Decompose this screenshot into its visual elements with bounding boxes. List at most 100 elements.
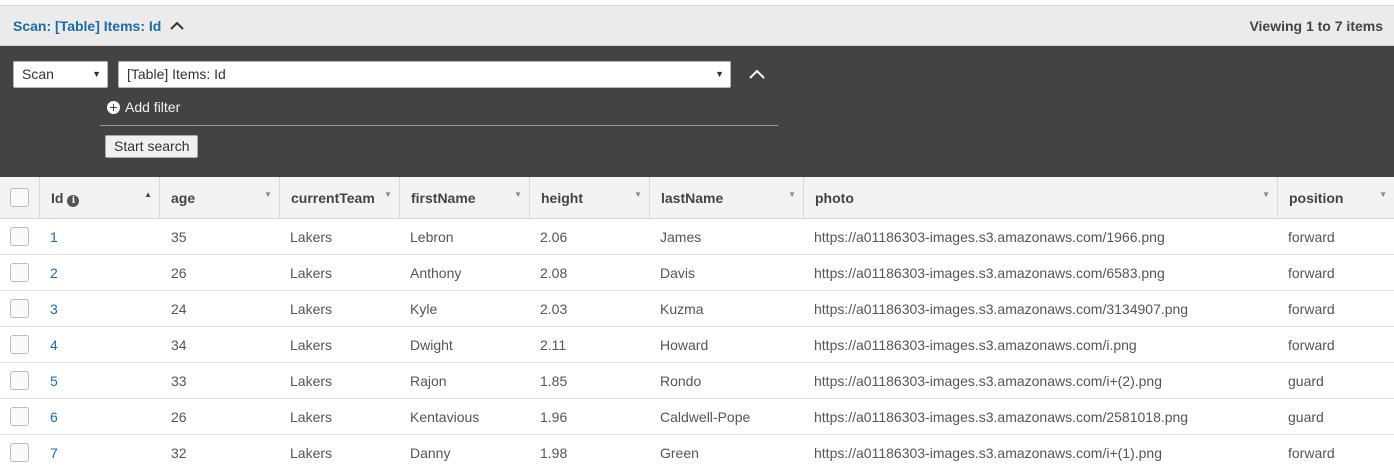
cell-height: 1.96 bbox=[540, 409, 568, 425]
table-row[interactable]: 3 24 Lakers Kyle 2.03 Kuzma https://a011… bbox=[0, 291, 1394, 327]
cell-height: 2.06 bbox=[540, 229, 568, 245]
cell-firstname: Kyle bbox=[410, 301, 438, 317]
cell-lastname: Rondo bbox=[660, 373, 702, 389]
cell-id[interactable]: 2 bbox=[50, 265, 58, 281]
cell-position: forward bbox=[1288, 229, 1335, 245]
column-header-height[interactable]: height ▼ bbox=[530, 177, 650, 219]
row-checkbox[interactable] bbox=[10, 371, 29, 390]
viewing-count: Viewing 1 to 7 items bbox=[1249, 18, 1383, 34]
cell-id[interactable]: 6 bbox=[50, 409, 58, 425]
target-select[interactable]: [Table] Items: Id ▼ bbox=[118, 61, 731, 88]
column-header-currentteam[interactable]: currentTeam ▼ bbox=[280, 177, 400, 219]
cell-height: 1.85 bbox=[540, 373, 568, 389]
cell-currentteam: Lakers bbox=[290, 445, 333, 461]
cell-currentteam: Lakers bbox=[290, 301, 333, 317]
table-header: Id i ▲ age ▼ currentTeam ▼ firstName ▼ he… bbox=[0, 177, 1394, 219]
column-header-position[interactable]: position ▼ bbox=[1278, 177, 1394, 219]
info-icon[interactable]: i bbox=[67, 195, 80, 207]
cell-id[interactable]: 5 bbox=[50, 373, 58, 389]
column-header-photo[interactable]: photo ▼ bbox=[804, 177, 1278, 219]
table-row[interactable]: 1 35 Lakers Lebron 2.06 James https://a0… bbox=[0, 219, 1394, 255]
cell-firstname: Lebron bbox=[410, 229, 454, 245]
scan-header: Scan: [Table] Items: Id Viewing 1 to 7 i… bbox=[0, 5, 1394, 46]
operation-select[interactable]: Scan ▼ bbox=[13, 61, 108, 88]
cell-photo: https://a01186303-images.s3.amazonaws.co… bbox=[814, 409, 1189, 425]
cell-id[interactable]: 7 bbox=[50, 445, 58, 461]
cell-position: forward bbox=[1288, 301, 1335, 317]
cell-position: forward bbox=[1288, 445, 1335, 461]
chevron-up-icon[interactable] bbox=[168, 17, 186, 35]
row-checkbox[interactable] bbox=[10, 227, 29, 246]
cell-photo: https://a01186303-images.s3.amazonaws.co… bbox=[814, 373, 1162, 389]
column-label-position: position bbox=[1289, 190, 1344, 206]
cell-id[interactable]: 3 bbox=[50, 301, 58, 317]
cell-age: 26 bbox=[171, 265, 187, 281]
sort-caret-icon[interactable]: ▼ bbox=[264, 190, 272, 199]
row-checkbox[interactable] bbox=[10, 299, 29, 318]
table-row[interactable]: 6 26 Lakers Kentavious 1.96 Caldwell-Pop… bbox=[0, 399, 1394, 435]
cell-position: guard bbox=[1288, 373, 1324, 389]
row-checkbox[interactable] bbox=[10, 443, 29, 462]
cell-lastname: Davis bbox=[660, 265, 696, 281]
sort-ascending-icon[interactable]: ▲ bbox=[144, 190, 152, 199]
cell-currentteam: Lakers bbox=[290, 409, 333, 425]
table-row[interactable]: 4 34 Lakers Dwight 2.11 Howard https://a… bbox=[0, 327, 1394, 363]
cell-currentteam: Lakers bbox=[290, 373, 333, 389]
cell-lastname: Caldwell-Pope bbox=[660, 409, 751, 425]
column-label-id: Id bbox=[51, 190, 64, 206]
add-filter-label: Add filter bbox=[125, 99, 181, 115]
cell-height: 1.98 bbox=[540, 445, 568, 461]
cell-photo: https://a01186303-images.s3.amazonaws.co… bbox=[814, 445, 1162, 461]
column-header-firstname[interactable]: firstName ▼ bbox=[400, 177, 530, 219]
column-label-height: height bbox=[541, 190, 583, 206]
column-header-lastname[interactable]: lastName ▼ bbox=[650, 177, 804, 219]
chevron-up-icon[interactable] bbox=[747, 65, 767, 83]
sort-caret-icon[interactable]: ▼ bbox=[1262, 190, 1270, 199]
cell-height: 2.11 bbox=[540, 337, 567, 353]
row-checkbox[interactable] bbox=[10, 335, 29, 354]
cell-lastname: James bbox=[660, 229, 702, 245]
cell-id[interactable]: 1 bbox=[50, 229, 58, 245]
cell-age: 34 bbox=[171, 337, 187, 353]
sort-caret-icon[interactable]: ▼ bbox=[384, 190, 392, 199]
query-panel: Scan ▼ [Table] Items: Id ▼ Add filter St… bbox=[0, 46, 1394, 177]
cell-lastname: Kuzma bbox=[660, 301, 704, 317]
cell-age: 33 bbox=[171, 373, 187, 389]
cell-height: 2.08 bbox=[540, 265, 568, 281]
cell-age: 26 bbox=[171, 409, 187, 425]
start-search-button[interactable]: Start search bbox=[105, 135, 199, 158]
cell-currentteam: Lakers bbox=[290, 337, 333, 353]
cell-photo: https://a01186303-images.s3.amazonaws.co… bbox=[814, 265, 1165, 281]
select-all-checkbox[interactable] bbox=[10, 188, 29, 207]
table-row[interactable]: 5 33 Lakers Rajon 1.85 Rondo https://a01… bbox=[0, 363, 1394, 399]
cell-firstname: Dwight bbox=[410, 337, 453, 353]
row-checkbox[interactable] bbox=[10, 263, 29, 282]
sort-caret-icon[interactable]: ▼ bbox=[1379, 190, 1387, 199]
table-row[interactable]: 2 26 Lakers Anthony 2.08 Davis https://a… bbox=[0, 255, 1394, 291]
cell-id[interactable]: 4 bbox=[50, 337, 58, 353]
column-label-lastname: lastName bbox=[661, 190, 724, 206]
scan-title[interactable]: Scan: [Table] Items: Id bbox=[13, 18, 161, 34]
column-label-age: age bbox=[171, 190, 196, 206]
cell-firstname: Anthony bbox=[410, 265, 462, 281]
sort-caret-icon[interactable]: ▼ bbox=[514, 190, 522, 199]
operation-select-value: Scan bbox=[22, 66, 54, 82]
cell-age: 35 bbox=[171, 229, 187, 245]
sort-caret-icon[interactable]: ▼ bbox=[788, 190, 796, 199]
cell-lastname: Green bbox=[660, 445, 699, 461]
sort-caret-icon[interactable]: ▼ bbox=[634, 190, 642, 199]
column-label-photo: photo bbox=[815, 190, 854, 206]
column-header-age[interactable]: age ▼ bbox=[160, 177, 280, 219]
table-row[interactable]: 7 32 Lakers Danny 1.98 Green https://a01… bbox=[0, 435, 1394, 469]
column-header-id[interactable]: Id i ▲ bbox=[40, 177, 160, 219]
column-label-currentteam: currentTeam bbox=[291, 190, 375, 206]
row-checkbox[interactable] bbox=[10, 407, 29, 426]
cell-currentteam: Lakers bbox=[290, 229, 333, 245]
cell-position: forward bbox=[1288, 265, 1335, 281]
cell-height: 2.03 bbox=[540, 301, 568, 317]
cell-photo: https://a01186303-images.s3.amazonaws.co… bbox=[814, 337, 1137, 353]
cell-photo: https://a01186303-images.s3.amazonaws.co… bbox=[814, 229, 1165, 245]
cell-firstname: Kentavious bbox=[410, 409, 480, 425]
add-filter-button[interactable]: Add filter bbox=[107, 99, 180, 115]
column-label-firstname: firstName bbox=[411, 190, 476, 206]
